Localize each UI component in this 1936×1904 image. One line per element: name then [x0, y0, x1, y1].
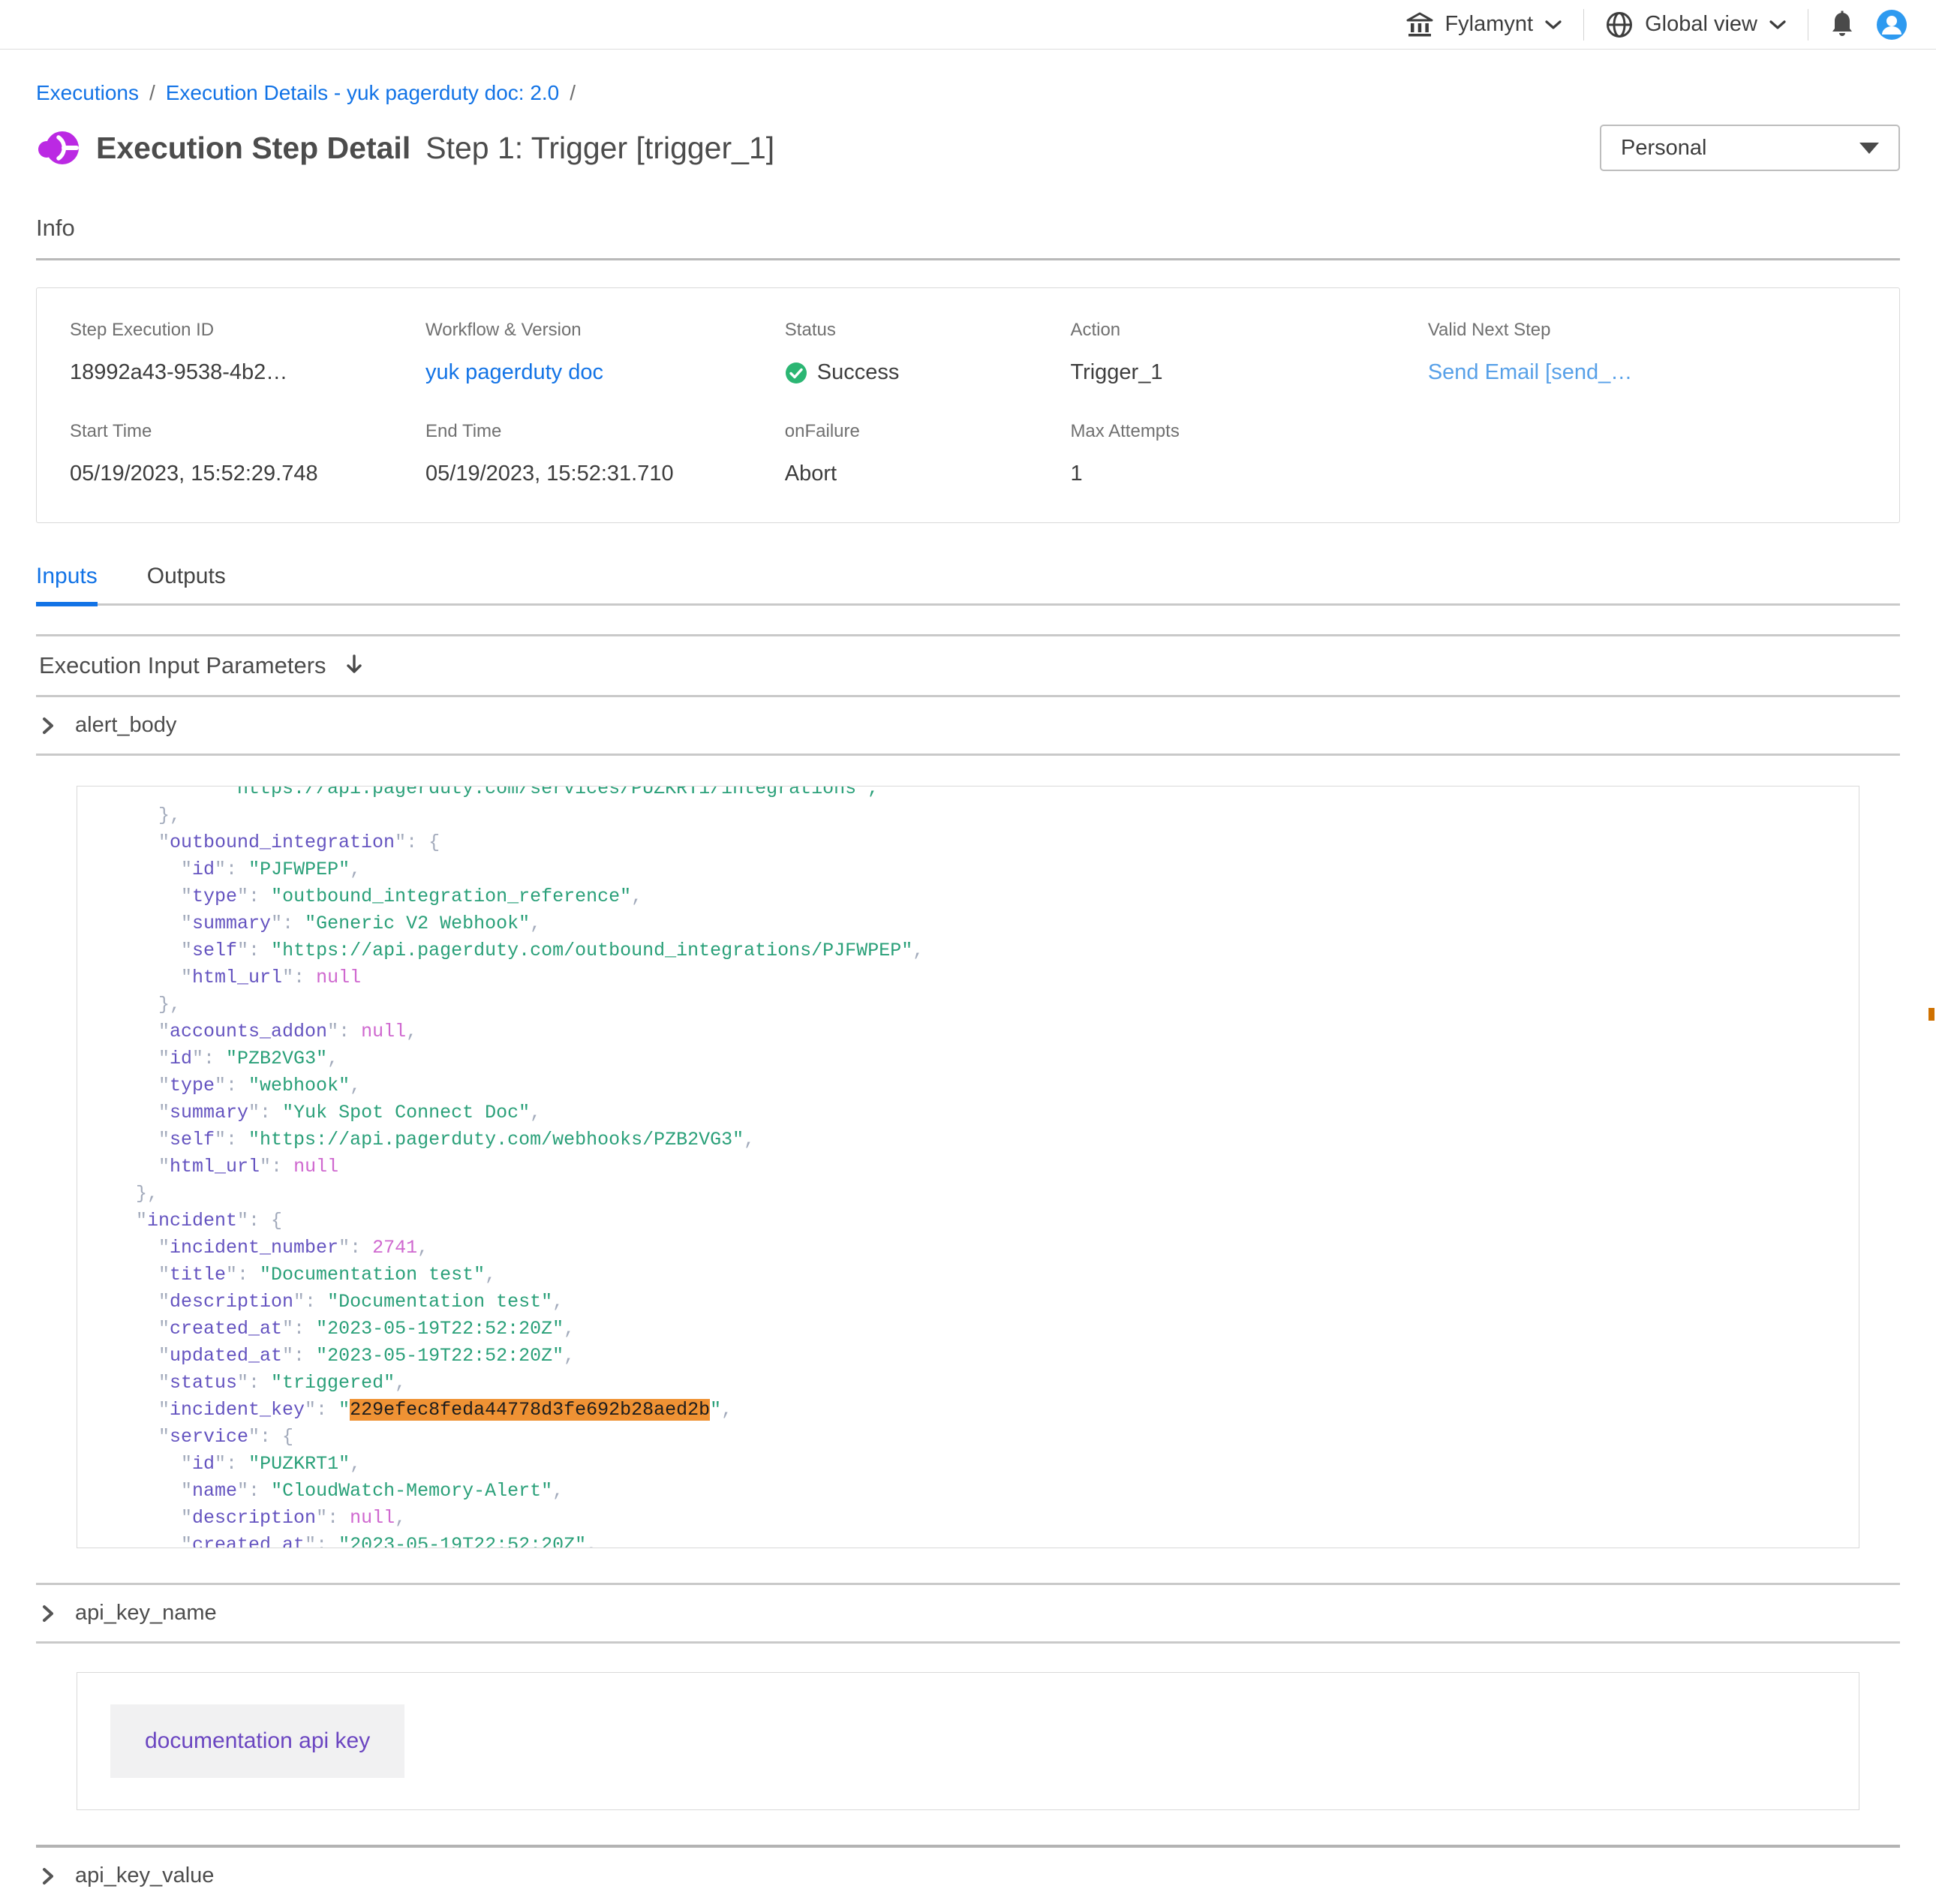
field-start-time: Start Time 05/19/2023, 15:52:29.748 [70, 421, 425, 486]
success-check-icon [785, 362, 807, 384]
field-status: Status Success [785, 320, 1071, 385]
view-menu[interactable]: Global view [1605, 11, 1787, 39]
field-label: End Time [425, 421, 785, 442]
status-badge: Success [817, 360, 900, 385]
notifications-bell-icon[interactable] [1829, 11, 1855, 39]
field-valid-next-step: Valid Next Step Send Email [send_… [1428, 320, 1866, 385]
section-label: api_key_name [75, 1601, 217, 1626]
execution-input-parameters-section: Execution Input Parameters alert_body "h… [36, 634, 1900, 1904]
field-label: Status [785, 320, 1071, 341]
api-key-chip[interactable]: documentation api key [110, 1704, 404, 1778]
tab-inputs[interactable]: Inputs [36, 564, 98, 606]
bank-icon [1406, 12, 1433, 38]
breadcrumb-executions-link[interactable]: Executions [36, 81, 139, 105]
field-value: 1 [1070, 462, 1427, 486]
field-label: Max Attempts [1070, 421, 1427, 442]
field-value: Trigger_1 [1070, 360, 1427, 385]
field-workflow-version: Workflow & Version yuk pagerduty doc [425, 320, 785, 385]
breadcrumb-separator: / [570, 81, 576, 105]
field-value: 05/19/2023, 15:52:31.710 [425, 462, 785, 486]
section-api-key-name[interactable]: api_key_name [36, 1583, 1900, 1644]
workflow-step-icon [36, 126, 80, 170]
topbar-divider [1583, 9, 1584, 41]
field-label: Action [1070, 320, 1427, 341]
org-label: Fylamynt [1444, 12, 1533, 37]
field-label: Step Execution ID [70, 320, 425, 341]
info-divider [36, 258, 1900, 260]
breadcrumb-separator: / [149, 81, 155, 105]
section-alert-body[interactable]: alert_body [36, 695, 1900, 756]
field-end-time: End Time 05/19/2023, 15:52:31.710 [425, 421, 785, 486]
field-value: Abort [785, 462, 1071, 486]
workflow-link[interactable]: yuk pagerduty doc [425, 360, 603, 384]
field-label: onFailure [785, 421, 1071, 442]
chevron-right-icon [39, 1865, 57, 1887]
org-menu[interactable]: Fylamynt [1406, 12, 1562, 38]
field-label: Workflow & Version [425, 320, 785, 341]
info-card: Step Execution ID 18992a43-9538-4b2… Wor… [36, 287, 1900, 523]
globe-icon [1605, 11, 1634, 39]
view-label: Global view [1645, 12, 1757, 37]
top-bar: Fylamynt Global view [0, 0, 1936, 50]
page-title: Execution Step Detail [96, 131, 410, 166]
field-value: 18992a43-9538-4b2… [70, 360, 425, 385]
field-max-attempts: Max Attempts 1 [1070, 421, 1427, 486]
scrollbar-highlight-marker [1928, 1008, 1934, 1021]
field-label: Valid Next Step [1428, 320, 1866, 341]
next-step-link[interactable]: Send Email [send_… [1428, 360, 1632, 384]
chevron-right-icon [39, 714, 57, 737]
breadcrumb-execution-details-link[interactable]: Execution Details - yuk pagerduty doc: 2… [166, 81, 560, 105]
chevron-down-icon [1769, 19, 1787, 31]
field-action: Action Trigger_1 [1070, 320, 1427, 385]
json-content: "https://api.pagerduty.com/services/PUZK… [77, 786, 1859, 1548]
main-content: Executions / Execution Details - yuk pag… [0, 81, 1936, 1904]
execution-input-parameters-header: Execution Input Parameters [36, 634, 1900, 695]
page-header: Execution Step Detail Step 1: Trigger [t… [36, 125, 1900, 171]
page-subtitle: Step 1: Trigger [trigger_1] [425, 131, 774, 166]
scope-selector-dropdown[interactable]: Personal [1600, 125, 1900, 171]
scope-selector-value: Personal [1621, 136, 1706, 161]
section-label: api_key_value [75, 1863, 214, 1888]
tab-outputs[interactable]: Outputs [147, 564, 226, 606]
field-label: Start Time [70, 421, 425, 442]
chevron-down-icon [1544, 19, 1562, 31]
api-key-name-card: documentation api key [77, 1672, 1859, 1810]
section-api-key-value[interactable]: api_key_value [36, 1845, 1900, 1904]
alert-body-json-viewer[interactable]: "https://api.pagerduty.com/services/PUZK… [77, 786, 1859, 1548]
user-avatar[interactable] [1876, 9, 1907, 41]
field-value: 05/19/2023, 15:52:29.748 [70, 462, 425, 486]
chevron-right-icon [39, 1602, 57, 1625]
dropdown-caret-icon [1859, 143, 1879, 154]
download-icon[interactable] [344, 654, 364, 677]
tab-bar: Inputs Outputs [36, 564, 1900, 606]
info-heading: Info [36, 215, 1900, 242]
field-onfailure: onFailure Abort [785, 421, 1071, 486]
section-label: alert_body [75, 713, 176, 738]
breadcrumb: Executions / Execution Details - yuk pag… [36, 81, 1900, 105]
field-step-execution-id: Step Execution ID 18992a43-9538-4b2… [70, 320, 425, 385]
params-heading: Execution Input Parameters [39, 652, 326, 679]
